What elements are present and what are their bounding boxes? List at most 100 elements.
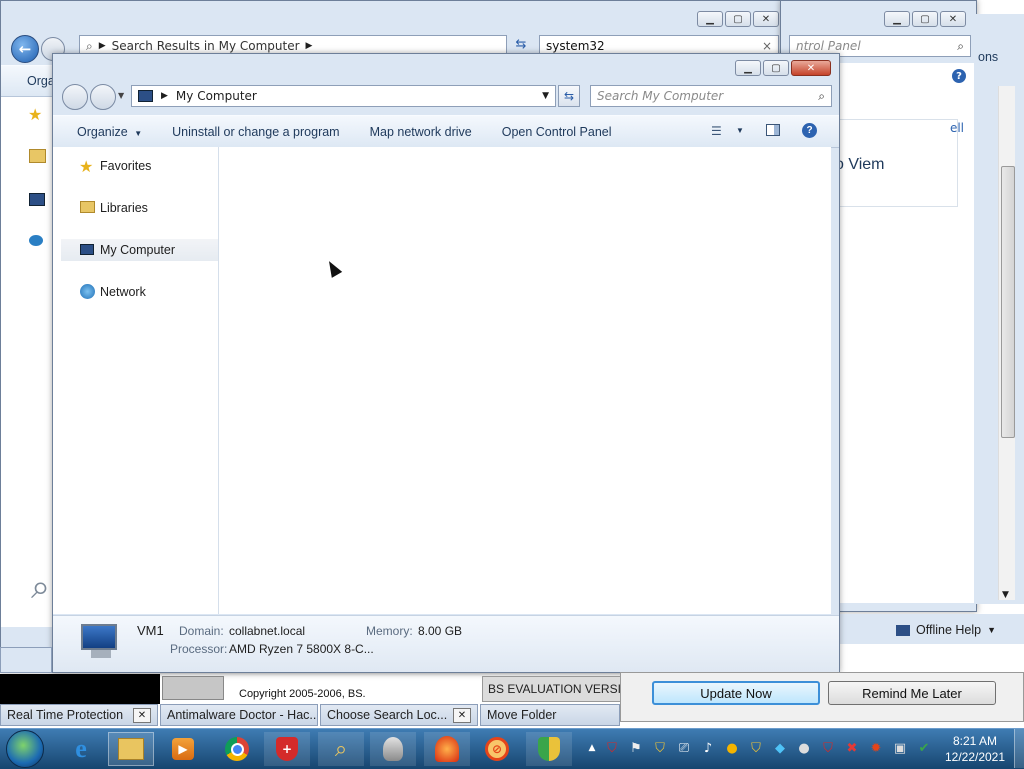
- taskbar-window-choose-search-location[interactable]: Choose Search Loc... ✕: [320, 704, 478, 726]
- tray-network-icon[interactable]: ⎚: [676, 740, 692, 756]
- scrollbar[interactable]: ▼: [998, 86, 1015, 600]
- uninstall-program-button[interactable]: Uninstall or change a program: [157, 125, 354, 139]
- window-caption-buttons: ▁ ▢ ✕: [735, 60, 831, 76]
- nav-item-my-computer[interactable]: My Computer: [61, 239, 218, 261]
- no-virus-icon[interactable]: ⊘: [474, 732, 520, 766]
- minimize-button[interactable]: ▁: [697, 11, 723, 27]
- alarm-icon[interactable]: [424, 732, 470, 766]
- processor-value: AMD Ryzen 7 5800X 8-C...: [229, 642, 374, 656]
- background-window-caption-buttons: ▁ ▢ ✕: [697, 11, 779, 27]
- scroll-down-arrow-icon[interactable]: ▼: [1002, 590, 1009, 600]
- history-chevron-icon[interactable]: ▼: [118, 91, 124, 100]
- address-dropdown-icon[interactable]: ▼: [542, 91, 549, 101]
- chevron-down-icon[interactable]: ▼: [736, 126, 744, 135]
- show-hidden-icons-icon[interactable]: ▲: [584, 740, 600, 756]
- forward-button[interactable]: [90, 84, 116, 110]
- maximize-button[interactable]: ▢: [912, 11, 938, 27]
- tray-shield-yellow-icon[interactable]: ⛉: [748, 740, 764, 756]
- close-button[interactable]: ✕: [753, 11, 779, 27]
- show-desktop-button[interactable]: [1014, 729, 1024, 768]
- breadcrumb-arrow-icon: ▶: [305, 41, 313, 51]
- chrome-icon[interactable]: [214, 732, 260, 766]
- star-icon: ★: [28, 105, 43, 124]
- taskbar-window-antimalware-doctor[interactable]: Antimalware Doctor - Hac...: [160, 704, 318, 726]
- nav-label: My Computer: [100, 243, 176, 257]
- tray-volume-icon[interactable]: ♪: [700, 740, 716, 756]
- help-icon[interactable]: ?: [952, 69, 966, 83]
- tray-check-icon[interactable]: ●: [724, 740, 740, 756]
- nav-item-libraries[interactable]: Libraries: [53, 197, 218, 219]
- change-view-icon[interactable]: ☰: [711, 124, 722, 138]
- minimize-button[interactable]: ▁: [884, 11, 910, 27]
- scroll-thumb[interactable]: [1001, 166, 1015, 438]
- clock[interactable]: 8:21 AM 12/22/2021: [940, 733, 1010, 765]
- nav-label: Libraries: [100, 201, 148, 215]
- back-button[interactable]: ←: [11, 35, 39, 63]
- internet-explorer-icon[interactable]: e: [58, 732, 104, 766]
- tray-gear-icon[interactable]: ✹: [868, 740, 884, 756]
- chevron-down-icon: ▼: [987, 625, 997, 635]
- tray-flag-icon[interactable]: ⚑: [628, 740, 644, 756]
- security-shield-icon[interactable]: [526, 732, 572, 766]
- search-scanner-icon[interactable]: ⌕: [318, 732, 364, 766]
- breadcrumb-arrow-icon: ▶: [98, 41, 106, 51]
- memory-value: 8.00 GB: [418, 624, 463, 638]
- remind-later-button[interactable]: Remind Me Later: [828, 681, 996, 705]
- back-button[interactable]: [62, 84, 88, 110]
- map-network-drive-button[interactable]: Map network drive: [355, 125, 487, 139]
- options-text: ons: [978, 50, 999, 64]
- nav-item-favorites[interactable]: ★ Favorites: [53, 155, 218, 177]
- content-area[interactable]: [219, 147, 831, 614]
- preview-pane-icon[interactable]: [766, 124, 780, 136]
- tray-shield-red-icon[interactable]: ⛉: [604, 740, 620, 756]
- computer-icon: [29, 193, 45, 206]
- breadcrumb-arrow-icon: ▶: [161, 91, 168, 101]
- folder-icon: [80, 201, 95, 213]
- memory-label: Memory:: [366, 624, 413, 638]
- bottom-left-strip: [0, 647, 52, 673]
- close-button[interactable]: ✕: [791, 60, 831, 76]
- background-organize-button[interactable]: Orga: [1, 74, 55, 88]
- robot-icon[interactable]: [370, 732, 416, 766]
- organize-button[interactable]: Organize ▼: [53, 125, 157, 139]
- tray-error-icon[interactable]: ✖: [844, 740, 860, 756]
- close-icon[interactable]: ✕: [133, 708, 151, 723]
- nav-item-network[interactable]: Network: [53, 281, 218, 303]
- address-bar[interactable]: ▶ My Computer ▼: [131, 85, 556, 107]
- tray-security-check-icon[interactable]: ✔: [916, 740, 932, 756]
- file-explorer-icon[interactable]: [108, 732, 154, 766]
- help-icon[interactable]: ?: [802, 123, 817, 138]
- tray-diamond-icon[interactable]: ◆: [772, 740, 788, 756]
- media-player-icon[interactable]: ▶: [160, 732, 206, 766]
- update-now-button[interactable]: Update Now: [652, 681, 820, 705]
- taskbar-window-move-folder[interactable]: Move Folder: [480, 704, 620, 726]
- minimize-button[interactable]: ▁: [735, 60, 761, 76]
- clear-search-icon[interactable]: ×: [762, 39, 772, 53]
- maximize-button[interactable]: ▢: [763, 60, 789, 76]
- refresh-button[interactable]: ⇆: [558, 85, 580, 107]
- close-icon[interactable]: ✕: [453, 708, 471, 723]
- clock-time: 8:21 AM: [952, 734, 998, 748]
- computer-icon: [80, 244, 94, 255]
- my-computer-window: ▁ ▢ ✕ ▼ ▶ My Computer ▼ ⇆ Search My Comp…: [52, 53, 840, 673]
- antimalware-shield-icon[interactable]: +: [264, 732, 310, 766]
- tray-bulb-icon[interactable]: ●: [796, 740, 812, 756]
- tray-picture-icon[interactable]: ▣: [892, 740, 908, 756]
- search-box[interactable]: Search My Computer ⌕: [590, 85, 832, 107]
- chevron-down-icon: ▼: [134, 128, 143, 138]
- offline-help-button[interactable]: Offline Help ▼: [896, 623, 996, 637]
- background-search-value: system32: [546, 39, 605, 53]
- maximize-button[interactable]: ▢: [725, 11, 751, 27]
- control-panel-content: ? ell o Viem: [835, 63, 974, 603]
- open-control-panel-button[interactable]: Open Control Panel: [487, 125, 627, 139]
- taskbar-window-real-time-protection[interactable]: Real Time Protection ✕: [0, 704, 158, 726]
- tray-shield-red-icon[interactable]: ⛉: [820, 740, 836, 756]
- tray-windows-shield-icon[interactable]: ⛉: [652, 740, 668, 756]
- gray-box: [162, 676, 224, 700]
- processor-label: Processor:: [170, 642, 228, 656]
- close-button[interactable]: ✕: [940, 11, 966, 27]
- taskbar-window-label: Choose Search Loc...: [327, 708, 448, 722]
- details-pane: VM1 Domain: collabnet.local Memory: 8.00…: [53, 615, 839, 672]
- start-orb-icon[interactable]: [6, 730, 44, 768]
- domain-value: collabnet.local: [229, 624, 306, 638]
